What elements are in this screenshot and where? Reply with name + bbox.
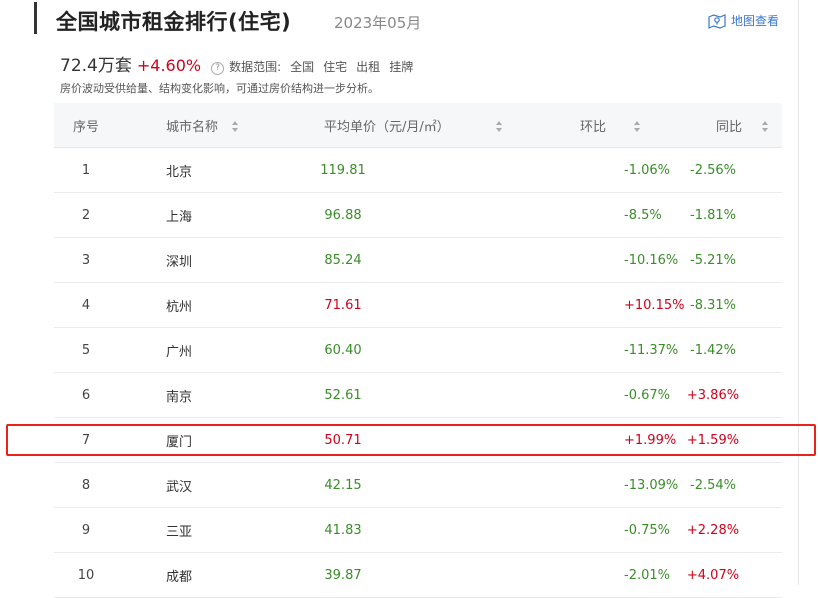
scope-label: 数据范围: bbox=[229, 60, 282, 74]
cell-yoy: +4.07% bbox=[686, 567, 740, 583]
map-view-label: 地图查看 bbox=[731, 14, 780, 28]
header-city[interactable]: 城市名称 bbox=[118, 116, 248, 135]
scope-item-source: 挂牌 bbox=[389, 60, 414, 74]
rent-ranking-table: 序号 城市名称 平均单价（元/月/㎡） 环比 同比 1 北京 119.81 -1.06… bbox=[54, 103, 782, 598]
cell-price: 41.83 bbox=[324, 522, 362, 538]
cell-rank: 3 bbox=[81, 252, 91, 268]
cell-mom: +10.15% bbox=[624, 297, 685, 313]
cell-mom: -2.01% bbox=[624, 567, 670, 583]
cell-mom: +1.99% bbox=[624, 432, 677, 448]
cell-yoy: -5.21% bbox=[690, 252, 736, 268]
cell-yoy: -2.56% bbox=[690, 162, 736, 178]
sort-icon[interactable] bbox=[232, 121, 239, 133]
cell-yoy: -8.31% bbox=[690, 297, 736, 313]
cell-yoy: +1.59% bbox=[686, 432, 740, 448]
table-row[interactable]: 5 广州 60.40 -11.37% -1.42% bbox=[54, 328, 782, 373]
table-row[interactable]: 9 三亚 41.83 -0.75% +2.28% bbox=[54, 508, 782, 553]
map-view-link[interactable]: 地图查看 bbox=[708, 12, 779, 29]
cell-yoy: -1.81% bbox=[690, 207, 736, 223]
cell-city: 厦门 bbox=[166, 434, 193, 450]
cell-rank: 1 bbox=[81, 162, 91, 178]
cell-yoy: +2.28% bbox=[686, 522, 740, 538]
cell-city: 深圳 bbox=[166, 254, 193, 270]
table-row[interactable]: 7 厦门 50.71 +1.99% +1.59% bbox=[54, 418, 782, 463]
cell-price: 52.61 bbox=[324, 387, 362, 403]
listing-total: 72.4万套 bbox=[60, 56, 132, 76]
sort-icon[interactable] bbox=[634, 121, 641, 133]
cell-price: 50.71 bbox=[324, 432, 362, 448]
header-mom[interactable]: 环比 bbox=[520, 116, 660, 135]
table-row[interactable]: 2 上海 96.88 -8.5% -1.81% bbox=[54, 193, 782, 238]
cell-price: 39.87 bbox=[324, 567, 362, 583]
cell-city: 北京 bbox=[166, 164, 193, 180]
scope-item-region: 全国 bbox=[290, 60, 315, 74]
cell-city: 成都 bbox=[166, 569, 193, 585]
cell-city: 广州 bbox=[166, 344, 193, 360]
panel-border bbox=[798, 0, 799, 585]
cell-rank: 7 bbox=[81, 432, 91, 448]
table-row[interactable]: 10 成都 39.87 -2.01% +4.07% bbox=[54, 553, 782, 598]
cell-mom: -13.09% bbox=[624, 477, 679, 493]
table-row[interactable]: 3 深圳 85.24 -10.16% -5.21% bbox=[54, 238, 782, 283]
scope-item-deal: 出租 bbox=[356, 60, 381, 74]
listing-change: +4.60% bbox=[136, 56, 202, 75]
header-rank: 序号 bbox=[72, 119, 99, 135]
cell-city: 武汉 bbox=[166, 479, 193, 495]
table-row[interactable]: 1 北京 119.81 -1.06% -2.56% bbox=[54, 148, 782, 193]
table-row[interactable]: 8 武汉 42.15 -13.09% -2.54% bbox=[54, 463, 782, 508]
cell-price: 85.24 bbox=[324, 252, 362, 268]
map-icon bbox=[708, 13, 726, 29]
header-yoy[interactable]: 同比 bbox=[660, 116, 782, 135]
cell-yoy: +3.86% bbox=[686, 387, 740, 403]
cell-price: 60.40 bbox=[324, 342, 362, 358]
cell-city: 上海 bbox=[166, 209, 193, 225]
header-price[interactable]: 平均单价（元/月/㎡） bbox=[248, 116, 520, 135]
table-row[interactable]: 6 南京 52.61 -0.67% +3.86% bbox=[54, 373, 782, 418]
title-accent-bar bbox=[34, 2, 37, 34]
cell-mom: -0.67% bbox=[624, 387, 670, 403]
cell-city: 南京 bbox=[166, 389, 193, 405]
cell-mom: -0.75% bbox=[624, 522, 670, 538]
cell-city: 三亚 bbox=[166, 524, 193, 540]
cell-rank: 10 bbox=[77, 567, 95, 583]
sort-icon[interactable] bbox=[495, 121, 503, 133]
cell-rank: 9 bbox=[81, 522, 91, 538]
cell-rank: 4 bbox=[81, 297, 91, 313]
sort-icon[interactable] bbox=[762, 121, 769, 133]
price-note: 房价波动受供给量、结构变化影响，可通过房价结构进一步分析。 bbox=[60, 82, 379, 95]
cell-price: 96.88 bbox=[324, 207, 362, 223]
cell-rank: 2 bbox=[81, 207, 91, 223]
table-row[interactable]: 4 杭州 71.61 +10.15% -8.31% bbox=[54, 283, 782, 328]
report-date: 2023年05月 bbox=[334, 14, 422, 32]
cell-price: 119.81 bbox=[320, 162, 366, 178]
cell-mom: -8.5% bbox=[624, 207, 662, 223]
page-title: 全国城市租金排行(住宅) bbox=[56, 10, 292, 34]
cell-rank: 6 bbox=[81, 387, 91, 403]
cell-price: 42.15 bbox=[324, 477, 362, 493]
summary-stats: 72.4万套 +4.60% ? 数据范围: 全国 住宅 出租 挂牌 bbox=[60, 51, 413, 76]
cell-mom: -11.37% bbox=[624, 342, 679, 358]
cell-yoy: -1.42% bbox=[690, 342, 736, 358]
cell-price: 71.61 bbox=[324, 297, 362, 313]
cell-mom: -10.16% bbox=[624, 252, 679, 268]
cell-mom: -1.06% bbox=[624, 162, 670, 178]
help-icon[interactable]: ? bbox=[211, 62, 225, 75]
cell-city: 杭州 bbox=[166, 299, 193, 315]
cell-yoy: -2.54% bbox=[690, 477, 736, 493]
scope-item-type: 住宅 bbox=[323, 60, 348, 74]
cell-rank: 8 bbox=[81, 477, 91, 493]
cell-rank: 5 bbox=[81, 342, 91, 358]
table-header: 序号 城市名称 平均单价（元/月/㎡） 环比 同比 bbox=[54, 103, 782, 148]
